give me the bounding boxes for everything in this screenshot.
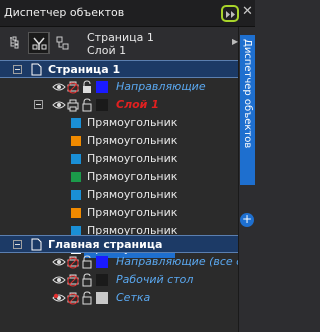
double-chevron-right-icon [226,11,235,18]
print-disabled-icon[interactable] [66,291,80,305]
eye-hidden-icon[interactable] [52,291,66,305]
tree-object-row[interactable]: Прямоугольник [0,132,238,150]
print-disabled-icon[interactable] [66,273,80,287]
object-color-swatch [71,208,81,218]
object-label: Прямоугольник [87,134,178,147]
tree-object-row[interactable]: Прямоугольник [0,186,238,204]
eye-icon[interactable] [52,80,66,94]
docker-tab-strip: Диспетчер объектов + [238,27,256,332]
current-layer-label[interactable]: Слой 1 [87,44,126,57]
layer-label: Направляющие (все ст [116,255,249,268]
layer-label: Направляющие [116,80,206,93]
tree-layer-row[interactable]: Направляющие [0,78,238,96]
object-label: Прямоугольник [87,188,178,201]
unlock-icon[interactable] [80,291,94,305]
object-label: Прямоугольник [87,152,178,165]
layer-manager-icon [56,36,69,50]
tree-object-row[interactable]: Прямоугольник [0,204,238,222]
object-tree: Страница 1 Направляющие Слой 1 Прямоугол… [0,60,249,332]
object-color-swatch [71,172,81,182]
tree-master-page-row[interactable]: Главная страница [0,235,238,253]
eye-icon[interactable] [52,98,66,112]
tree-master-layer-row[interactable]: Сетка [0,289,238,307]
unlock-icon[interactable] [80,273,94,287]
print-disabled-icon[interactable] [66,255,80,269]
docker-tab-object-manager[interactable]: Диспетчер объектов [240,35,255,185]
layer-color-swatch[interactable] [96,99,108,111]
object-manager-toolbar: Страница 1 Слой 1 ▶ [0,27,238,60]
layer-color-swatch[interactable] [96,81,108,93]
toolbar-divider [48,32,49,54]
tree-object-row[interactable]: Прямоугольник [0,150,238,168]
layer-color-swatch[interactable] [96,256,108,268]
layer-label: Сетка [116,291,151,304]
docker-tab-label: Диспетчер объектов [242,39,253,149]
layer-label: Рабочий стол [116,273,194,286]
tree-page-row[interactable]: Страница 1 [0,60,238,78]
lock-icon[interactable] [80,80,94,94]
current-page-label[interactable]: Страница 1 [87,31,154,44]
object-color-swatch [71,154,81,164]
tree-layer-row[interactable]: Слой 1 [0,96,238,114]
page-icon [31,63,42,76]
print-disabled-icon[interactable] [66,80,80,94]
collapse-master-page-icon[interactable] [13,240,22,249]
close-icon[interactable]: ✕ [242,5,253,18]
layer-color-swatch[interactable] [96,292,108,304]
master-page-icon [31,238,42,251]
unlock-icon[interactable] [80,255,94,269]
object-label: Прямоугольник [87,116,178,129]
master-page-label: Главная страница [48,238,163,251]
tree-master-layer-row[interactable]: Направляющие (все ст [0,253,249,271]
layers-tree-icon [32,37,47,50]
edit-across-layers-button[interactable] [28,32,50,54]
printer-icon[interactable] [66,98,80,112]
collapse-docker-button[interactable] [221,5,239,22]
collapse-layer-icon[interactable] [34,100,43,109]
eye-icon[interactable] [52,273,66,287]
layer-label: Слой 1 [116,98,159,111]
tree-master-layer-row[interactable]: Рабочий стол [0,271,238,289]
docker-title: Диспетчер объектов [4,6,125,19]
layer-manager-view-button[interactable] [52,32,74,54]
collapse-page-icon[interactable] [13,65,22,74]
object-color-swatch [71,118,81,128]
layer-color-swatch[interactable] [96,274,108,286]
object-color-swatch [71,136,81,146]
show-object-properties-button[interactable] [4,32,26,54]
docker-titlebar: Диспетчер объектов ✕ [0,0,255,27]
tree-object-row[interactable]: Прямоугольник [0,168,238,186]
object-properties-icon [10,36,19,49]
tree-object-row[interactable]: Прямоугольник [0,114,238,132]
eye-icon[interactable] [52,255,66,269]
object-label: Прямоугольник [87,206,178,219]
add-docker-icon[interactable]: + [240,213,254,227]
object-color-swatch [71,190,81,200]
unlock-icon[interactable] [80,98,94,112]
page-label: Страница 1 [48,63,121,76]
object-label: Прямоугольник [87,170,178,183]
